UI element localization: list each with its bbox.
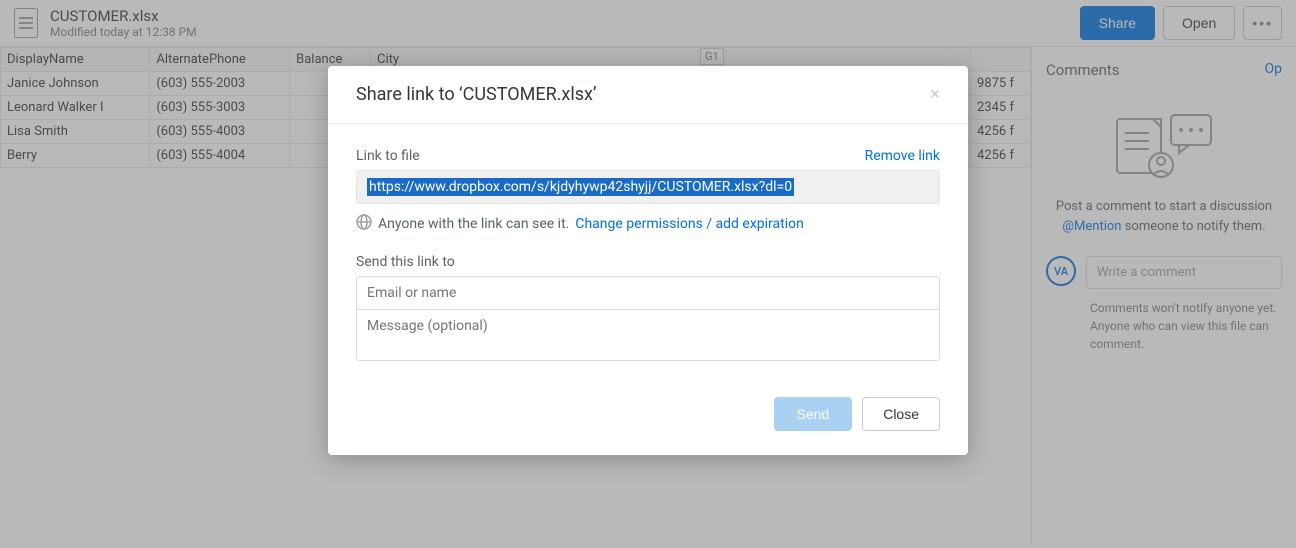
close-button[interactable]: Close [862, 397, 940, 431]
send-button[interactable]: Send [774, 397, 853, 431]
modal-title: Share link to ‘CUSTOMER.xlsx’ [356, 84, 597, 105]
email-input[interactable] [356, 276, 940, 310]
message-input[interactable] [356, 309, 940, 361]
change-permissions-link[interactable]: Change permissions / add expiration [575, 216, 803, 232]
link-label: Link to file [356, 148, 420, 164]
share-link-input[interactable]: https://www.dropbox.com/s/kjdyhywp42shyj… [356, 170, 940, 204]
share-modal: Share link to ‘CUSTOMER.xlsx’ × Link to … [328, 66, 968, 455]
close-icon[interactable]: × [930, 84, 940, 105]
globe-icon [356, 214, 372, 234]
send-label: Send this link to [356, 254, 940, 270]
remove-link[interactable]: Remove link [865, 148, 940, 164]
modal-overlay: Share link to ‘CUSTOMER.xlsx’ × Link to … [0, 0, 1296, 548]
permission-text: Anyone with the link can see it. [378, 216, 569, 232]
